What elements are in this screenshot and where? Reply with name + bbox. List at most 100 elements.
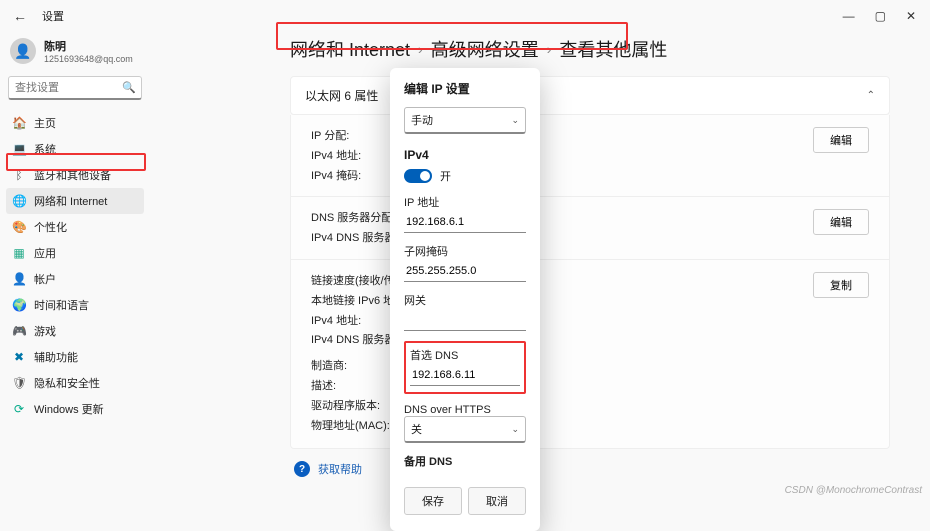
sidebar-item-label: 蓝牙和其他设备 (34, 167, 111, 183)
label: IPv4 DNS 服务器: (311, 331, 813, 351)
time-icon: 🌍 (12, 298, 26, 312)
sidebar-item-accessibility[interactable]: ✖ 辅助功能 (6, 344, 144, 370)
dns-label: 首选 DNS (410, 347, 520, 363)
home-icon: 🏠 (12, 116, 26, 130)
sidebar-item-home[interactable]: 🏠 主页 (6, 110, 144, 136)
label: IPv4 掩码: (311, 167, 813, 187)
gateway-input[interactable] (404, 310, 526, 331)
accounts-icon: 👤 (12, 272, 26, 286)
update-icon: ⟳ (12, 402, 26, 416)
edit-ip-dialog: 编辑 IP 设置 手动 ⌄ IPv4 开 IP 地址 子网掩码 网关 首选 DN… (390, 68, 540, 531)
chevron-down-icon: ⌄ (511, 424, 519, 435)
help-label: 获取帮助 (318, 461, 362, 477)
sidebar-item-label: 个性化 (34, 219, 67, 235)
sidebar-item-update[interactable]: ⟳ Windows 更新 (6, 396, 144, 422)
label: 本地链接 IPv6 地址: (311, 292, 813, 312)
chevron-right-icon: › (418, 41, 423, 57)
network-icon: 🌐 (12, 194, 26, 208)
minimize-button[interactable]: — (843, 9, 855, 23)
sidebar-item-personalize[interactable]: 🎨 个性化 (6, 214, 144, 240)
privacy-icon: 🛡 (12, 376, 26, 390)
toggle-on-label: 开 (440, 168, 451, 184)
breadcrumb: 网络和 Internet › 高级网络设置 › 查看其他属性 (290, 34, 890, 70)
dialog-title: 编辑 IP 设置 (404, 80, 526, 97)
sidebar-item-system[interactable]: 💻 系统 (6, 136, 144, 162)
chevron-right-icon: › (547, 41, 552, 57)
avatar: 👤 (10, 38, 36, 64)
save-button[interactable]: 保存 (404, 487, 462, 515)
dns-input[interactable] (410, 365, 520, 386)
edit-button[interactable]: 编辑 (813, 127, 869, 153)
watermark: CSDN @MonochromeContrast (785, 485, 922, 496)
window-title: 设置 (42, 8, 64, 24)
alt-dns-label: 备用 DNS (404, 453, 526, 469)
gaming-icon: 🎮 (12, 324, 26, 338)
sidebar-item-label: 网络和 Internet (34, 193, 107, 209)
back-button[interactable]: ← (8, 4, 32, 28)
sidebar-item-gaming[interactable]: 🎮 游戏 (6, 318, 144, 344)
close-button[interactable]: ✕ (906, 9, 916, 23)
sidebar-item-accounts[interactable]: 👤 帐户 (6, 266, 144, 292)
copy-button[interactable]: 复制 (813, 272, 869, 298)
help-link[interactable]: ? 获取帮助 (290, 449, 890, 489)
label: 链接速度(接收/传输): (311, 272, 813, 292)
sidebar-item-label: 主页 (34, 115, 56, 131)
sidebar-item-network[interactable]: 🌐 网络和 Internet (6, 188, 144, 214)
doh-value: 关 (411, 421, 422, 437)
system-icon: 💻 (12, 142, 26, 156)
maximize-button[interactable]: ▢ (875, 9, 886, 23)
sidebar-item-label: 帐户 (34, 271, 56, 287)
sidebar-item-privacy[interactable]: 🛡 隐私和安全性 (6, 370, 144, 396)
ip-mode-value: 手动 (411, 112, 433, 128)
sidebar-item-label: 时间和语言 (34, 297, 89, 313)
sidebar-item-label: 隐私和安全性 (34, 375, 100, 391)
sidebar-item-label: 游戏 (34, 323, 56, 339)
breadcrumb-b[interactable]: 高级网络设置 (431, 36, 539, 62)
search-icon: 🔍 (122, 81, 136, 94)
label: 物理地址(MAC): (311, 417, 813, 437)
bluetooth-icon: ᛒ (12, 168, 26, 182)
accessibility-icon: ✖ (12, 350, 26, 364)
sidebar-item-apps[interactable]: ▦ 应用 (6, 240, 144, 266)
label: 驱动程序版本: (311, 397, 813, 417)
doh-label: DNS over HTTPS (404, 404, 526, 416)
label: DNS 服务器分配: (311, 209, 813, 229)
section-title: 以太网 6 属性 (305, 87, 378, 104)
subnet-input[interactable] (404, 261, 526, 282)
ipv4-heading: IPv4 (404, 148, 526, 162)
sidebar-item-label: 系统 (34, 141, 56, 157)
sidebar-item-label: 辅助功能 (34, 349, 78, 365)
label: 描述: (311, 377, 813, 397)
sidebar-item-label: Windows 更新 (34, 401, 104, 417)
section-panel: IP 分配: IPv4 地址: IPv4 掩码: 编辑 DNS 服务器分配: I… (290, 115, 890, 449)
doh-select[interactable]: 关 ⌄ (404, 416, 526, 443)
personalize-icon: 🎨 (12, 220, 26, 234)
user-email: 1251693648@qq.com (44, 54, 133, 64)
search-box[interactable]: 🔍 (8, 76, 142, 100)
user-name: 陈明 (44, 38, 133, 54)
user-profile[interactable]: 👤 陈明 1251693648@qq.com (6, 36, 144, 72)
help-icon: ? (294, 461, 310, 477)
gateway-label: 网关 (404, 292, 526, 308)
label: IPv4 地址: (311, 147, 813, 167)
breadcrumb-c: 查看其他属性 (559, 36, 667, 62)
apps-icon: ▦ (12, 246, 26, 260)
cancel-button[interactable]: 取消 (468, 487, 526, 515)
breadcrumb-a[interactable]: 网络和 Internet (290, 36, 410, 62)
label: IPv4 地址: (311, 312, 813, 332)
label: IPv4 DNS 服务器: (311, 229, 813, 249)
highlight-dns: 首选 DNS (404, 341, 526, 394)
ip-address-input[interactable] (404, 212, 526, 233)
chevron-up-icon: ⌃ (867, 90, 875, 101)
ip-mode-select[interactable]: 手动 ⌄ (404, 107, 526, 134)
sidebar-item-time[interactable]: 🌍 时间和语言 (6, 292, 144, 318)
chevron-down-icon: ⌄ (511, 115, 519, 126)
sidebar-item-bluetooth[interactable]: ᛒ 蓝牙和其他设备 (6, 162, 144, 188)
ip-address-label: IP 地址 (404, 194, 526, 210)
label: 制造商: (311, 357, 813, 377)
label: IP 分配: (311, 127, 813, 147)
section-header[interactable]: 以太网 6 属性 ⌃ (290, 76, 890, 115)
ipv4-toggle[interactable] (404, 169, 432, 183)
sidebar-item-label: 应用 (34, 245, 56, 261)
edit-button[interactable]: 编辑 (813, 209, 869, 235)
